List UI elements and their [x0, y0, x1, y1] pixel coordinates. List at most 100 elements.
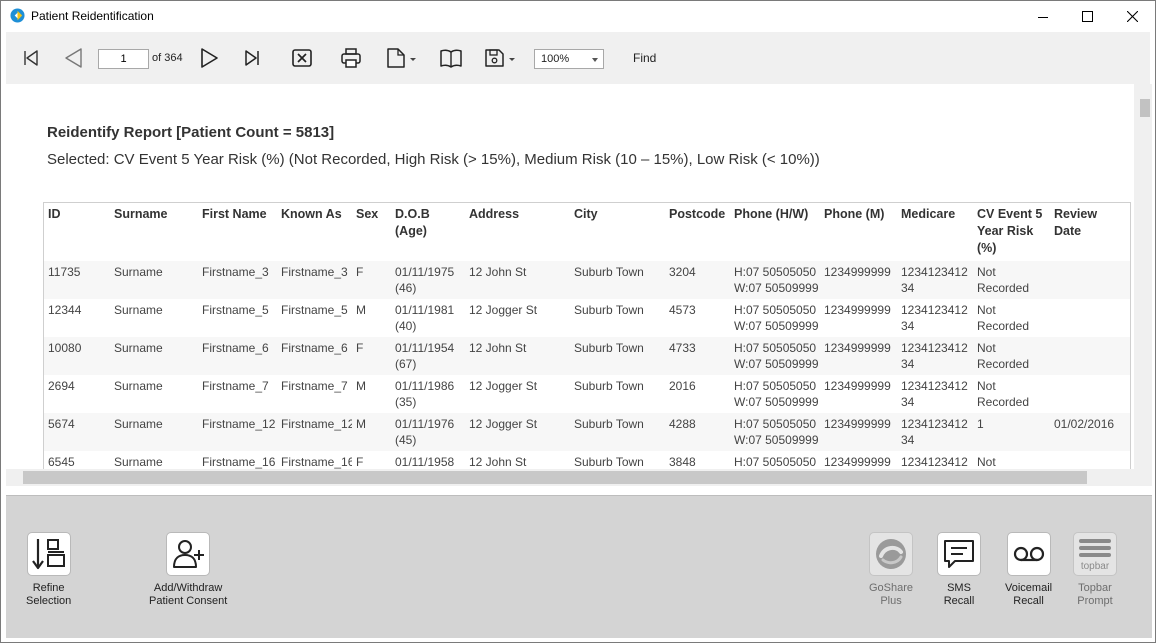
table-cell-address: 12 Jogger St: [465, 299, 570, 337]
table-row[interactable]: 10080 Surname Firstname_6 Firstname_6 F 01/11…: [44, 337, 1130, 375]
column-header[interactable]: Phone (H/W): [730, 203, 820, 261]
column-header[interactable]: ID: [44, 203, 110, 261]
cell-text: W:07 50509999: [734, 433, 819, 447]
table-cell-review: [1050, 299, 1130, 337]
table-row[interactable]: 6545 Surname Firstname_16 Firstname_16 F 01/1…: [44, 451, 1130, 469]
report-page: Reidentify Report [Patient Count = 5813]…: [6, 84, 1134, 469]
column-header[interactable]: Known As: [277, 203, 352, 261]
window-title: Patient Reidentification: [31, 9, 154, 23]
cell-text: 3848: [669, 455, 696, 469]
patient-consent-button[interactable]: Add/Withdraw Patient Consent: [149, 532, 227, 608]
sms-recall-button[interactable]: SMS Recall: [937, 532, 981, 608]
table-cell-surname: Surname: [110, 413, 198, 451]
cell-text: Firstname_12: [202, 417, 276, 431]
cell-text: Surname: [114, 455, 163, 469]
cell-text: Surname: [114, 341, 163, 355]
column-header[interactable]: Medicare: [897, 203, 973, 261]
table-row[interactable]: 11735 Surname Firstname_3 Firstname_3 F 01/11…: [44, 261, 1130, 299]
table-cell-review: [1050, 375, 1130, 413]
voicemail-recall-button[interactable]: Voicemail Recall: [1005, 532, 1052, 608]
page-layout-button[interactable]: [438, 44, 464, 72]
table-cell-first: Firstname_16: [198, 451, 277, 469]
cell-text: H:07 50505050: [734, 455, 817, 469]
minimize-button[interactable]: [1020, 1, 1066, 32]
last-page-button[interactable]: [239, 44, 265, 72]
close-button[interactable]: [1109, 1, 1155, 32]
table-cell-city: Suburb Town: [570, 337, 665, 375]
print-button[interactable]: [338, 44, 364, 72]
table-cell-sex: F: [352, 261, 391, 299]
cell-text: 5674: [48, 417, 75, 431]
maximize-button[interactable]: [1064, 1, 1110, 32]
sms-recall-label: SMS Recall: [943, 582, 975, 607]
save-button[interactable]: [483, 44, 519, 72]
vertical-scrollbar[interactable]: [1138, 84, 1152, 469]
cell-text: Firstname_5: [202, 303, 269, 317]
column-header[interactable]: Surname: [110, 203, 198, 261]
table-cell-risk1: Not: [973, 451, 1050, 469]
table-cell-risk1: Not Recorded: [973, 299, 1050, 337]
table-cell-sex: M: [352, 413, 391, 451]
cell-text: 12344: [48, 303, 82, 317]
table-cell-risk1: Not Recorded: [973, 337, 1050, 375]
goshare-plus-button[interactable]: GoShare Plus: [869, 532, 913, 608]
column-header[interactable]: CV Event 5 Year Risk (%): [973, 203, 1050, 261]
cell-text: Surname: [114, 379, 163, 393]
column-header[interactable]: Review Date: [1050, 203, 1130, 261]
column-header[interactable]: Sex: [352, 203, 391, 261]
page-number-input[interactable]: [98, 49, 149, 69]
table-cell-review: [1050, 337, 1130, 375]
refine-selection-button[interactable]: Refine Selection: [26, 532, 71, 608]
table-cell-medicare1: 1234123412 34: [897, 375, 973, 413]
table-cell-city: Suburb Town: [570, 299, 665, 337]
cell-text: 34: [901, 433, 915, 447]
export-button[interactable]: [384, 44, 420, 72]
cell-text: Surname: [114, 265, 163, 279]
cell-text: Not: [977, 379, 996, 393]
table-row[interactable]: 12344 Surname Firstname_5 Firstname_5 M 01/11…: [44, 299, 1130, 337]
table-cell-risk1: Not Recorded: [973, 375, 1050, 413]
zoom-select[interactable]: 100%: [534, 49, 604, 69]
cell-text: 12 Jogger St: [469, 303, 538, 317]
column-header[interactable]: Postcode: [665, 203, 730, 261]
table-cell-known: Firstname_16: [277, 451, 352, 469]
cell-text: 1234999999: [824, 265, 891, 279]
table-row[interactable]: 5674 Surname Firstname_12 Firstname_12 M 01/1…: [44, 413, 1130, 451]
column-header[interactable]: City: [570, 203, 665, 261]
table-cell-phone_h: H:07 50505050 W:07 50509999: [730, 299, 820, 337]
find-button[interactable]: Find: [633, 51, 656, 65]
column-header[interactable]: Address: [465, 203, 570, 261]
cell-text: F: [356, 341, 364, 355]
column-header[interactable]: Phone (M): [820, 203, 897, 261]
chevron-down-icon: [592, 58, 598, 62]
report-subtitle: Selected: CV Event 5 Year Risk (%) (Not …: [47, 151, 820, 168]
horizontal-scroll-thumb[interactable]: [23, 471, 1087, 484]
table-cell-phone_h: H:07 50505050: [730, 451, 820, 469]
horizontal-scrollbar[interactable]: [6, 469, 1138, 486]
column-header[interactable]: D.O.B (Age): [391, 203, 465, 261]
next-page-button[interactable]: [196, 44, 222, 72]
action-panel: Refine Selection Add/Withdraw Patient Co…: [6, 495, 1152, 638]
cell-text: 3204: [669, 265, 696, 279]
cell-text: Firstname_7: [281, 379, 348, 393]
table-cell-surname: Surname: [110, 375, 198, 413]
cell-text: 1234999999: [824, 341, 891, 355]
cell-text: Not: [977, 303, 996, 317]
table-cell-dob: 01/11/1975 (46): [391, 261, 465, 299]
table-row[interactable]: 2694 Surname Firstname_7 Firstname_7 M 01/11/…: [44, 375, 1130, 413]
stop-button[interactable]: [289, 44, 315, 72]
cell-text: Not: [977, 455, 996, 469]
cell-text: Not: [977, 341, 996, 355]
cell-text: W:07 50509999: [734, 281, 819, 295]
last-page-icon: [245, 50, 259, 66]
first-page-button[interactable]: [18, 44, 44, 72]
cell-text: 12 Jogger St: [469, 417, 538, 431]
topbar-prompt-button[interactable]: topbar Topbar Prompt: [1073, 532, 1117, 608]
previous-page-button[interactable]: [60, 44, 86, 72]
cell-text: 01/11/1976: [395, 417, 455, 431]
table-cell-dob: 01/11/1976 (45): [391, 413, 465, 451]
column-header[interactable]: First Name: [198, 203, 277, 261]
table-cell-surname: Surname: [110, 451, 198, 469]
first-page-icon: [24, 50, 38, 66]
vertical-scroll-thumb[interactable]: [1140, 99, 1150, 117]
